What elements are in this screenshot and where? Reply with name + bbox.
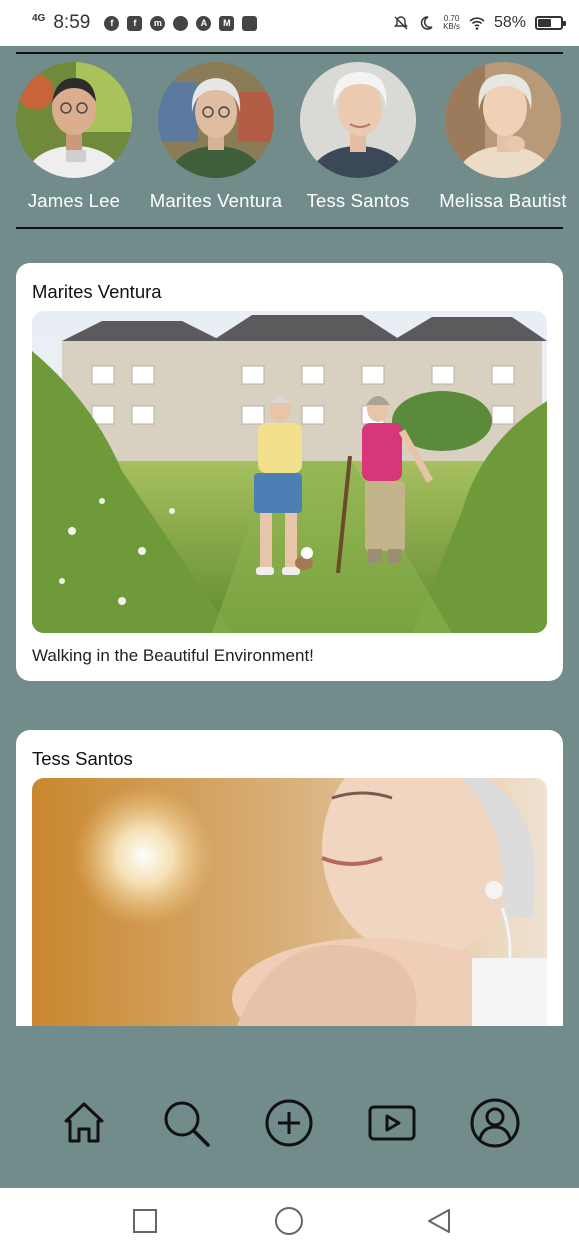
recorder-icon <box>242 15 258 31</box>
video-icon[interactable] <box>364 1095 420 1151</box>
speed-unit: KB/s <box>443 22 460 31</box>
battery-percent: 58% <box>493 14 526 31</box>
story-name: James Lee <box>27 190 121 211</box>
story-name: Tess Santos <box>306 190 410 211</box>
gmail-icon: M <box>219 15 235 31</box>
home-circle-icon[interactable] <box>272 1204 306 1238</box>
post-feed[interactable]: Marites Ventura Walking in the Beautiful… <box>0 240 579 1026</box>
post-card[interactable]: Tess Santos <box>16 730 563 1026</box>
leaf-icon <box>173 15 189 31</box>
post-image[interactable] <box>32 778 547 1026</box>
stories-row[interactable]: James Lee Marites Ventura Tess Santos Me… <box>0 62 579 218</box>
avatar[interactable] <box>158 62 274 178</box>
home-icon[interactable] <box>56 1095 112 1151</box>
network-type: 4G <box>32 13 46 24</box>
wifi-icon <box>469 17 485 30</box>
post-author[interactable]: Marites Ventura <box>32 263 547 311</box>
story-tess-santos[interactable]: Tess Santos <box>283 62 433 212</box>
avatar[interactable] <box>300 62 416 178</box>
moon-icon <box>420 16 433 30</box>
mute-bell-icon <box>394 16 408 30</box>
stories-top-divider <box>16 52 563 54</box>
back-icon[interactable] <box>422 1204 456 1238</box>
post-caption: Walking in the Beautiful Environment! <box>32 646 314 665</box>
network-speed: 0.70 KB/s <box>443 15 460 31</box>
post-image[interactable] <box>32 311 547 633</box>
bottom-nav <box>0 1095 579 1157</box>
avatar[interactable] <box>445 62 561 178</box>
clock: 8:59 <box>53 12 91 33</box>
story-name: Marites Ventura <box>149 190 283 211</box>
facebook-square-icon: f <box>127 15 143 31</box>
stories-bottom-divider <box>16 227 563 229</box>
story-james-lee[interactable]: James Lee <box>0 62 149 212</box>
post-card[interactable]: Marites Ventura Walking in the Beautiful… <box>16 263 563 681</box>
battery-icon <box>535 16 566 30</box>
facebook-circle-icon: f <box>104 15 120 31</box>
messenger-icon: m <box>150 15 166 31</box>
avatar[interactable] <box>16 62 132 178</box>
story-marites-ventura[interactable]: Marites Ventura <box>141 62 291 212</box>
app-a-icon: A <box>196 15 212 31</box>
story-melissa-bautista[interactable]: Melissa Bautist <box>428 62 578 212</box>
profile-icon[interactable] <box>467 1095 523 1151</box>
battery-level <box>538 19 551 27</box>
add-post-icon[interactable] <box>261 1095 317 1151</box>
post-author[interactable]: Tess Santos <box>32 730 547 778</box>
recent-apps-icon[interactable] <box>128 1204 162 1238</box>
system-nav-bar <box>0 1188 579 1255</box>
story-name: Melissa Bautist <box>439 190 567 211</box>
search-icon[interactable] <box>158 1095 214 1151</box>
status-bar: 4G 8:59 f f m A M 0.70 KB/s 58% <box>0 0 579 46</box>
